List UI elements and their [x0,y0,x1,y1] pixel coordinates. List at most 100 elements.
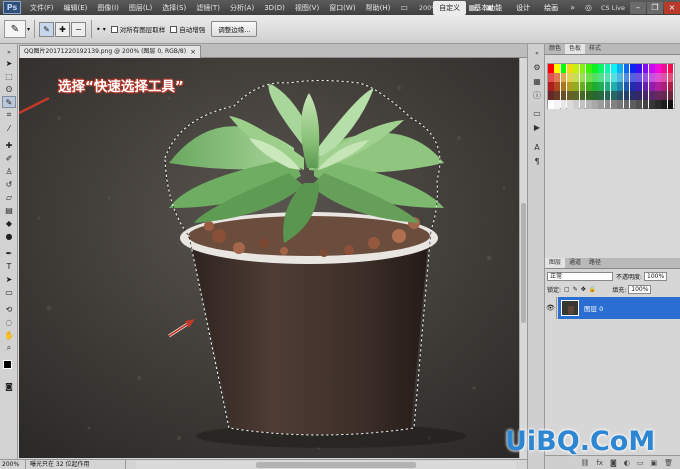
color-swatch[interactable] [560,100,567,109]
color-swatch[interactable] [629,64,636,73]
tab-color[interactable]: 颜色 [545,44,565,54]
color-swatch[interactable] [655,82,661,91]
color-swatch[interactable] [560,73,567,82]
workspace-design[interactable]: 设计 [510,1,536,15]
color-swatch[interactable] [598,73,605,82]
eraser-tool-icon[interactable]: ▱ [2,191,16,203]
color-swatch[interactable] [611,100,617,109]
navigator-icon[interactable]: ⚙ [531,62,543,73]
new-layer-icon[interactable]: ▣ [650,459,657,467]
color-swatch[interactable] [604,100,611,109]
subtract-from-selection-button[interactable]: − [71,21,87,37]
color-swatch[interactable] [636,100,642,109]
lock-transparent-icon[interactable]: ▢ [564,286,570,293]
color-swatch[interactable] [573,64,579,73]
lock-move-icon[interactable]: ✥ [581,286,586,293]
color-swatch[interactable] [636,64,642,73]
color-swatch[interactable] [548,91,554,100]
color-swatch[interactable] [566,73,573,82]
color-swatch[interactable] [566,64,573,73]
color-swatch[interactable] [655,73,661,82]
color-swatch[interactable] [667,64,674,73]
visibility-eye-icon[interactable]: 👁 [545,297,557,319]
fill-field[interactable]: 100% [628,285,652,294]
color-swatch[interactable] [648,73,655,82]
document-canvas[interactable] [19,58,519,458]
collapse-icon[interactable]: « [531,48,543,59]
color-swatch[interactable] [592,91,598,100]
menu-edit[interactable]: 编辑(E) [59,3,93,13]
menu-view[interactable]: 视图(V) [290,3,324,13]
color-swatch[interactable] [661,100,668,109]
foreground-color-swatch[interactable] [3,360,12,369]
color-swatch[interactable] [573,100,579,109]
color-swatch[interactable] [629,73,636,82]
tab-layers[interactable]: 图层 [545,258,566,268]
crop-tool-icon[interactable]: ⌗ [2,109,16,121]
layer-row[interactable]: 图层 0 [558,297,680,319]
menu-help[interactable]: 帮助(H) [361,3,396,13]
swatches-grid[interactable] [547,63,675,109]
menu-layer[interactable]: 图层(L) [124,3,157,13]
menu-window[interactable]: 窗口(W) [324,3,360,13]
color-swatch[interactable] [548,73,554,82]
color-swatch[interactable] [579,100,586,109]
color-swatch[interactable] [585,82,592,91]
color-swatch[interactable] [554,73,561,82]
color-swatch[interactable] [566,82,573,91]
color-swatch[interactable] [560,82,567,91]
info-icon[interactable]: ⓘ [531,90,543,101]
color-swatch[interactable] [585,100,592,109]
history-icon[interactable]: ▭ [531,108,543,119]
menu-select[interactable]: 选择(S) [157,3,191,13]
color-swatch[interactable] [629,100,636,109]
auto-enhance-checkbox[interactable]: 自动增强 [170,24,205,34]
sample-all-layers-checkbox[interactable]: 对所有图层取样 [110,24,165,34]
color-swatch[interactable] [592,73,598,82]
layer-style-icon[interactable]: fx [596,459,603,467]
color-swatch[interactable] [648,91,655,100]
color-swatch[interactable] [642,100,649,109]
color-swatch[interactable] [661,82,668,91]
menu-filter[interactable]: 滤镜(T) [191,3,225,13]
color-swatch[interactable] [661,64,668,73]
close-document-icon[interactable]: × [190,46,196,58]
color-swatch[interactable] [554,82,561,91]
color-swatch[interactable] [598,82,605,91]
character-icon[interactable]: A [531,142,543,153]
blur-tool-icon[interactable]: ◆ [2,217,16,229]
color-swatch[interactable] [642,73,649,82]
tab-paths[interactable]: 路径 [585,258,605,268]
horizontal-scroll-thumb[interactable] [256,462,416,468]
actions-icon[interactable]: ▶ [531,122,543,133]
shape-tool-icon[interactable]: ▭ [2,286,16,298]
color-swatch[interactable] [585,64,592,73]
color-swatch[interactable] [592,82,598,91]
3d-orbit-tool-icon[interactable]: ◌ [2,316,16,328]
color-swatch[interactable] [585,91,592,100]
type-tool-icon[interactable]: T [2,260,16,272]
dodge-tool-icon[interactable]: ● [2,230,16,242]
add-to-selection-button[interactable]: ✚ [55,21,71,37]
color-swatch[interactable] [573,73,579,82]
color-swatch[interactable] [655,64,661,73]
workspace-painting[interactable]: 绘画 [538,1,564,15]
color-swatch[interactable] [617,82,624,91]
adjustment-layer-icon[interactable]: ◐ [624,459,630,467]
color-swatch[interactable] [560,64,567,73]
color-swatch[interactable] [623,64,630,73]
color-swatch[interactable] [655,100,661,109]
chevron-down-icon[interactable]: ▾ [103,26,106,33]
eyedropper-tool-icon[interactable]: ⁄ [2,122,16,134]
color-swatch[interactable] [642,82,649,91]
color-swatch[interactable] [617,91,624,100]
paragraph-icon[interactable]: ¶ [531,156,543,167]
color-swatch[interactable] [642,64,649,73]
workspace-custom[interactable]: 自定义 [433,0,467,15]
color-swatch[interactable] [579,73,586,82]
checkbox-box[interactable] [170,25,178,33]
brush-tool-icon[interactable]: ✐ [2,152,16,164]
color-swatch[interactable] [667,73,674,82]
lasso-tool-icon[interactable]: ʘ [2,83,16,95]
color-swatch[interactable] [648,100,655,109]
